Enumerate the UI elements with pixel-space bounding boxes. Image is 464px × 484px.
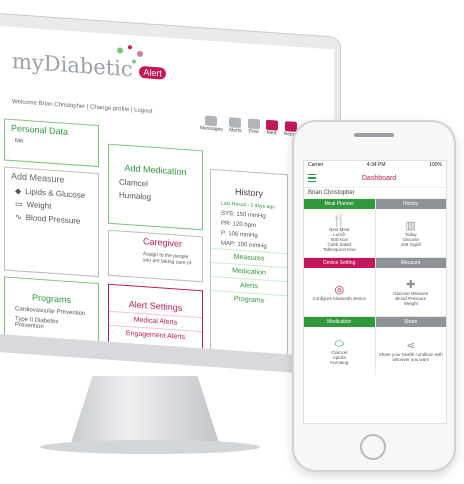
tile-line: Share your health condition with whoever… — [378, 352, 443, 362]
tile-body: ▥ Today Glucose 109 mg/dl — [376, 209, 447, 257]
plus-leaf-icon: ✚ — [406, 278, 416, 291]
phone-device: Carrier 4:34 PM 100% Dashboard Brian Chr… — [292, 120, 456, 472]
toolbar-messages[interactable]: Messages — [200, 115, 223, 133]
tile-body: ◎ Configure bluetooth device — [304, 268, 375, 316]
droplet-icon: ◆ — [15, 186, 22, 196]
speaker-icon — [354, 133, 394, 137]
tile-medication[interactable]: Medication ⬭ Clamcel Apidra Humalog — [304, 317, 375, 375]
monitor-base — [40, 440, 260, 454]
tile-header: Device Setting — [304, 258, 375, 268]
toolbar: Messages Alerts Print Med Report — [200, 115, 299, 138]
fork-knife-icon: 🍴 — [332, 214, 347, 227]
dashboard-grid: Meal Planner 🍴 Next Meal Lunch 500 kcal Cobb … — [304, 199, 446, 375]
tile-line: 109 mg/dl — [400, 241, 421, 247]
tile-header: Meal Planner — [304, 199, 375, 209]
welcome-bar[interactable]: Welcome Brian Christopher | Change profi… — [12, 99, 152, 115]
tile-body: ⬭ Clamcel Apidra Humalog — [304, 327, 375, 375]
stage: myDiabetic Alert Welcome Brian Christoph… — [0, 0, 464, 484]
caregiver-card[interactable]: Caregiver Assign to the people you are t… — [108, 229, 203, 283]
user-name[interactable]: Brian Christopher — [304, 188, 446, 199]
tile-header: History — [375, 199, 446, 209]
carrier: Carrier — [308, 162, 324, 168]
tile-line: Humalog — [330, 359, 349, 365]
page-title: Dashboard — [361, 174, 397, 182]
toolbar-print[interactable]: Print — [247, 118, 260, 135]
measure-card[interactable]: Add Measure ◆ Lipids & Glucose ▭ Weight ∿ B… — [4, 166, 99, 278]
tile-device-setting[interactable]: Device Setting ◎ Configure bluetooth devic… — [304, 258, 375, 316]
desktop-monitor: myDiabetic Alert Welcome Brian Christoph… — [0, 12, 340, 368]
battery: 100% — [429, 162, 442, 168]
tile-share[interactable]: Share ⋖ Share your health condition with w… — [375, 317, 447, 375]
menu-icon[interactable] — [308, 174, 316, 182]
app-header: Dashboard — [304, 169, 446, 188]
medication-card[interactable]: Add Medication Clamcel Humalog — [108, 143, 203, 231]
tile-line: Tablespoon Kiwi — [322, 246, 356, 252]
toolbar-med[interactable]: Med — [265, 119, 278, 137]
personal-data-card[interactable]: Personal Data Me — [4, 118, 99, 168]
monitor-stand — [70, 376, 220, 446]
pulse-icon: ∿ — [15, 212, 22, 222]
tile-header: Measure — [375, 258, 446, 268]
scale-icon: ▭ — [15, 199, 23, 209]
pill-icon: ⬭ — [334, 337, 344, 350]
tile-measure[interactable]: Measure ✚ Glucose Measure Blood Pressure Wei… — [375, 258, 447, 316]
chart-icon: ▥ — [405, 219, 416, 232]
target-icon: ◎ — [334, 283, 345, 296]
history-card[interactable]: History Last Result - 1 days ago SYS: 15… — [210, 168, 288, 357]
desktop-screen: myDiabetic Alert Welcome Brian Christoph… — [0, 24, 334, 360]
tile-body: ⋖ Share your health condition with whoeve… — [376, 327, 447, 375]
logo-dots-icon — [117, 45, 143, 64]
tile-body: 🍴 Next Meal Lunch 500 kcal Cobb Salad Tablesp… — [304, 209, 375, 257]
tile-line: Configure bluetooth device — [312, 295, 367, 301]
tile-header: Medication — [304, 317, 375, 327]
status-bar: Carrier 4:34 PM 100% — [304, 161, 446, 169]
clock: 4:34 PM — [366, 162, 386, 168]
tile-meal-planner[interactable]: Meal Planner 🍴 Next Meal Lunch 500 kcal Cobb … — [304, 199, 375, 257]
share-icon: ⋖ — [406, 340, 416, 352]
tile-line: Weight — [403, 300, 418, 306]
tile-body: ✚ Glucose Measure Blood Pressure Weight — [376, 268, 447, 316]
toolbar-alerts[interactable]: Alerts — [229, 117, 242, 134]
tile-history[interactable]: History ▥ Today Glucose 109 mg/dl — [375, 199, 447, 257]
tile-header: Share — [375, 317, 446, 327]
phone-screen: Carrier 4:34 PM 100% Dashboard Brian Chr… — [303, 160, 447, 424]
home-button[interactable] — [360, 434, 386, 460]
